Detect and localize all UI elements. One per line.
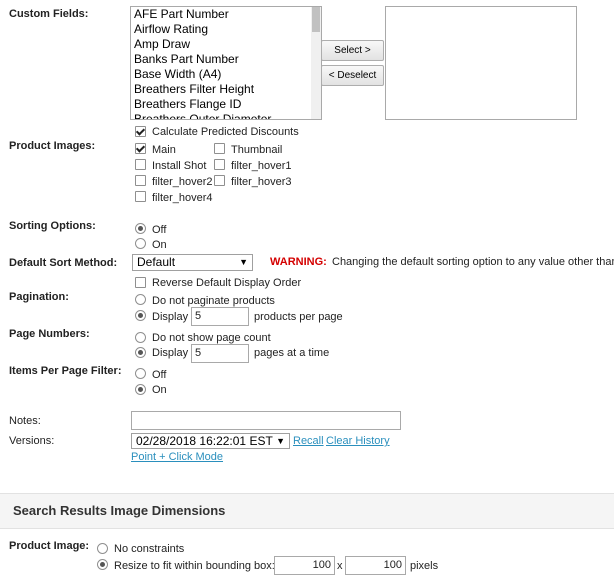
default-sort-label: Default Sort Method: <box>9 257 118 269</box>
no-constraints-radio[interactable] <box>97 543 108 554</box>
search-results-section-header: Search Results Image Dimensions <box>0 493 614 529</box>
custom-fields-available-list[interactable]: AFE Part Number Airflow Rating Amp Draw … <box>130 6 322 120</box>
list-item[interactable]: AFE Part Number <box>131 7 321 22</box>
sorting-on-radio[interactable] <box>135 238 146 249</box>
sorting-on-label: On <box>152 239 167 251</box>
warning-text: Changing the default sorting option to a… <box>332 256 614 268</box>
image-filter-hover2-checkbox[interactable] <box>135 175 146 186</box>
paginate-display-label: Display <box>152 311 189 323</box>
section-title: Search Results Image Dimensions <box>13 503 226 518</box>
pages-at-a-time-suffix: pages at a time <box>254 347 330 359</box>
page-numbers-label: Page Numbers: <box>9 328 90 340</box>
image-install-shot-label: Install Shot <box>152 160 207 172</box>
calc-discounts-checkbox[interactable] <box>135 126 146 137</box>
notes-input[interactable] <box>131 411 401 430</box>
image-main-label: Main <box>152 144 176 156</box>
recall-link-text[interactable]: Recall <box>293 435 324 447</box>
custom-fields-label: Custom Fields: <box>9 8 89 20</box>
calc-discounts-label: Calculate Predicted Discounts <box>152 126 299 138</box>
ipp-filter-off-radio[interactable] <box>135 368 146 379</box>
warning-label: WARNING: <box>270 256 327 268</box>
list-item[interactable]: Breathers Filter Height <box>131 82 321 97</box>
point-click-mode-link[interactable]: Point + Click Mode <box>131 451 223 463</box>
products-per-page-suffix: products per page <box>254 311 343 323</box>
list-item[interactable]: Breathers Outer Diameter <box>131 112 321 119</box>
dropdown-arrow-icon: ▼ <box>239 257 248 267</box>
recall-link[interactable]: Recall <box>293 435 324 447</box>
image-filter-hover4-checkbox[interactable] <box>135 191 146 202</box>
no-paginate-radio[interactable] <box>135 294 146 305</box>
ipp-filter-on-radio[interactable] <box>135 384 146 395</box>
reverse-order-checkbox[interactable] <box>135 277 146 288</box>
image-filter-hover2-label: filter_hover2 <box>152 176 213 188</box>
clear-history-link[interactable]: Clear History <box>326 435 390 447</box>
versions-select[interactable]: 02/28/2018 16:22:01 EST ▼ <box>131 433 290 449</box>
no-page-count-radio[interactable] <box>135 332 146 343</box>
no-constraints-label: No constraints <box>114 543 185 555</box>
sorting-off-label: Off <box>152 224 167 236</box>
image-filter-hover4-label: filter_hover4 <box>152 192 213 204</box>
image-install-shot-checkbox[interactable] <box>135 159 146 170</box>
list-item[interactable]: Banks Part Number <box>131 52 321 67</box>
dimension-separator: x <box>337 560 343 572</box>
list-item[interactable]: Breathers Flange ID <box>131 97 321 112</box>
image-filter-hover1-label: filter_hover1 <box>231 160 292 172</box>
image-filter-hover1-checkbox[interactable] <box>214 159 225 170</box>
scrollbar-thumb[interactable] <box>312 7 320 32</box>
image-thumbnail-checkbox[interactable] <box>214 143 225 154</box>
resize-bounding-box-radio[interactable] <box>97 559 108 570</box>
page-count-display-label: Display <box>152 347 189 359</box>
no-page-count-label: Do not show page count <box>152 332 271 344</box>
versions-label: Versions: <box>9 435 55 447</box>
dropdown-arrow-icon: ▼ <box>276 436 285 446</box>
product-image-label: Product Image: <box>9 540 90 552</box>
clear-history-link-text[interactable]: Clear History <box>326 435 390 447</box>
image-thumbnail-label: Thumbnail <box>231 144 283 156</box>
list-item[interactable]: Base Width (A4) <box>131 67 321 82</box>
bounding-height-input[interactable]: 100 <box>345 556 406 575</box>
versions-value: 02/28/2018 16:22:01 EST <box>136 434 273 448</box>
bounding-width-input[interactable]: 100 <box>274 556 335 575</box>
items-per-page-filter-label: Items Per Page Filter: <box>9 365 122 377</box>
default-sort-select[interactable]: Default ▼ <box>132 254 253 271</box>
no-paginate-label: Do not paginate products <box>152 295 275 307</box>
paginate-display-radio[interactable] <box>135 310 146 321</box>
reverse-order-label: Reverse Default Display Order <box>152 277 302 289</box>
select-button[interactable]: Select > <box>321 40 384 61</box>
product-images-label: Product Images: <box>9 140 96 152</box>
image-filter-hover3-checkbox[interactable] <box>214 175 225 186</box>
default-sort-value: Default <box>137 255 176 269</box>
pages-at-a-time-input[interactable]: 5 <box>191 344 249 363</box>
point-click-mode-link-text[interactable]: Point + Click Mode <box>131 451 223 463</box>
notes-label: Notes: <box>9 415 41 427</box>
sorting-off-radio[interactable] <box>135 223 146 234</box>
sorting-options-label: Sorting Options: <box>9 220 96 232</box>
pagination-label: Pagination: <box>9 291 69 303</box>
image-filter-hover3-label: filter_hover3 <box>231 176 292 188</box>
ipp-filter-on-label: On <box>152 384 167 396</box>
list-item[interactable]: Airflow Rating <box>131 22 321 37</box>
products-per-page-input[interactable]: 5 <box>191 307 249 326</box>
page-count-display-radio[interactable] <box>135 347 146 358</box>
ipp-filter-off-label: Off <box>152 369 167 381</box>
list-item[interactable]: Amp Draw <box>131 37 321 52</box>
image-main-checkbox[interactable] <box>135 143 146 154</box>
pixels-label: pixels <box>410 560 439 572</box>
custom-fields-selected-list[interactable] <box>385 6 577 120</box>
deselect-button[interactable]: < Deselect <box>321 65 384 86</box>
list-scrollbar[interactable] <box>311 7 321 119</box>
resize-bounding-box-label: Resize to fit within bounding box: <box>114 560 275 572</box>
